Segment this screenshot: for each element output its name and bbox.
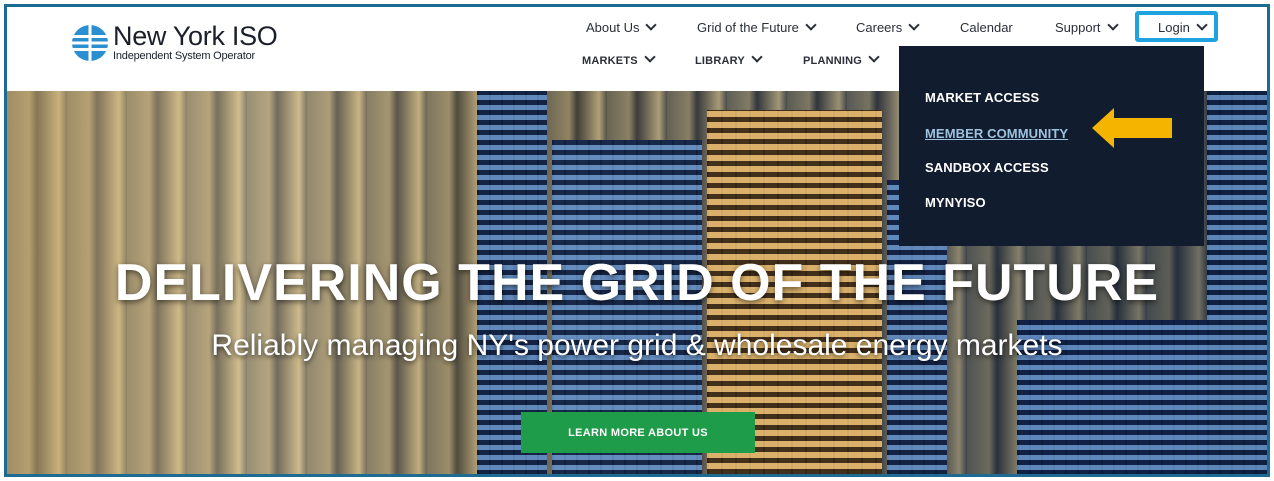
chevron-down-icon xyxy=(868,51,880,63)
nav-label: LIBRARY xyxy=(695,55,745,67)
nav-markets[interactable]: MARKETS xyxy=(582,51,656,67)
chevron-down-icon xyxy=(645,19,658,31)
hero-title: DELIVERING THE GRID OF THE FUTURE xyxy=(114,254,1160,312)
chevron-down-icon xyxy=(751,51,763,63)
nav-label: About Us xyxy=(586,20,640,35)
nav-label: Careers xyxy=(856,20,903,35)
nav-label: Calendar xyxy=(960,20,1013,35)
chevron-down-icon xyxy=(805,19,817,31)
menu-item-mynyiso[interactable]: MYNYISO xyxy=(925,195,986,210)
logo-subtitle: Independent System Operator xyxy=(113,50,255,62)
browser-frame: New York ISO Independent System Operator… xyxy=(4,4,1270,477)
site-logo[interactable]: New York ISO Independent System Operator xyxy=(71,21,278,62)
learn-more-button[interactable]: LEARN MORE ABOUT US xyxy=(521,412,755,453)
hero-subtitle: Reliably managing NY's power grid & whol… xyxy=(211,329,1063,362)
nav-grid-of-the-future[interactable]: Grid of the Future xyxy=(697,19,817,35)
chevron-down-icon xyxy=(644,51,656,63)
login-highlight-box xyxy=(1135,11,1218,42)
nav-label: Support xyxy=(1055,20,1101,35)
nav-support[interactable]: Support xyxy=(1055,19,1119,35)
nav-library[interactable]: LIBRARY xyxy=(695,51,763,67)
menu-item-member-community[interactable]: MEMBER COMMUNITY xyxy=(925,126,1068,141)
nav-careers[interactable]: Careers xyxy=(856,19,920,35)
menu-item-market-access[interactable]: MARKET ACCESS xyxy=(925,90,1039,105)
chevron-down-icon xyxy=(908,19,920,31)
arrow-left-icon xyxy=(1092,108,1172,148)
chevron-down-icon xyxy=(1106,19,1119,31)
nav-planning[interactable]: PLANNING xyxy=(803,51,880,67)
nav-label: Grid of the Future xyxy=(697,20,799,35)
menu-item-sandbox-access[interactable]: SANDBOX ACCESS xyxy=(925,160,1049,175)
nav-label: MARKETS xyxy=(582,55,638,67)
globe-logo-icon xyxy=(71,23,109,62)
nav-calendar[interactable]: Calendar xyxy=(960,20,1013,35)
nav-about-us[interactable]: About Us xyxy=(586,19,658,35)
logo-title: New York ISO xyxy=(113,21,278,51)
nav-label: PLANNING xyxy=(803,55,863,67)
